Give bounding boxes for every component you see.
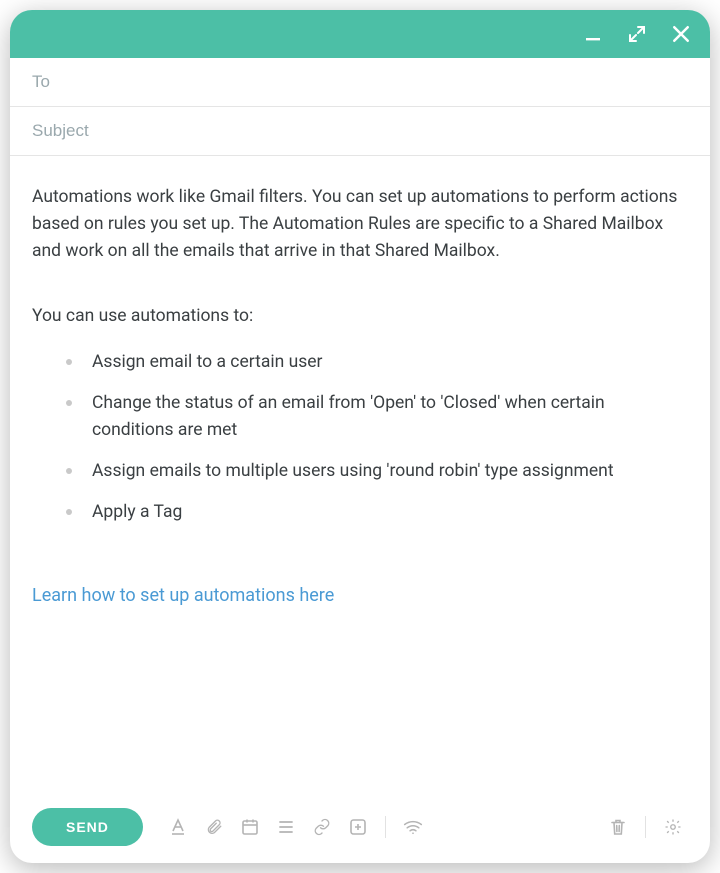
subject-input[interactable]	[32, 121, 688, 141]
calendar-icon	[241, 818, 259, 836]
header-fields	[10, 58, 710, 156]
learn-more-link[interactable]: Learn how to set up automations here	[32, 582, 334, 610]
signature-button[interactable]	[398, 812, 428, 842]
compose-window: Automations work like Gmail filters. You…	[10, 10, 710, 863]
attach-button[interactable]	[199, 812, 229, 842]
body-bullet-list: Assign email to a certain user Change th…	[32, 349, 688, 541]
expand-button[interactable]	[626, 23, 648, 45]
text-format-button[interactable]	[163, 812, 193, 842]
list-item: Assign emails to multiple users using 'r…	[80, 458, 688, 499]
list-icon	[277, 818, 295, 836]
message-body[interactable]: Automations work like Gmail filters. You…	[10, 156, 710, 791]
list-item: Assign email to a certain user	[80, 349, 688, 390]
paperclip-icon	[205, 818, 223, 836]
to-input[interactable]	[32, 72, 688, 92]
wifi-icon	[403, 818, 423, 836]
close-button[interactable]	[670, 23, 692, 45]
gear-icon	[664, 818, 682, 836]
insert-link-button[interactable]	[307, 812, 337, 842]
toolbar-divider	[645, 816, 646, 838]
trash-icon	[609, 818, 627, 836]
canned-response-button[interactable]	[271, 812, 301, 842]
window-header	[10, 10, 710, 58]
discard-button[interactable]	[603, 812, 633, 842]
subject-field-row	[10, 107, 710, 156]
compose-toolbar: SEND	[10, 791, 710, 863]
list-item: Change the status of an email from 'Open…	[80, 390, 688, 458]
to-field-row	[10, 58, 710, 107]
body-lead: You can use automations to:	[32, 303, 688, 330]
body-intro: Automations work like Gmail filters. You…	[32, 184, 688, 265]
send-button[interactable]: SEND	[32, 808, 143, 846]
toolbar-divider	[385, 816, 386, 838]
insert-button[interactable]	[343, 812, 373, 842]
close-icon	[672, 25, 690, 43]
minimize-button[interactable]	[582, 23, 604, 45]
text-format-icon	[169, 818, 187, 836]
expand-icon	[629, 26, 645, 42]
plus-square-icon	[349, 818, 367, 836]
settings-button[interactable]	[658, 812, 688, 842]
link-icon	[313, 818, 331, 836]
schedule-button[interactable]	[235, 812, 265, 842]
minimize-icon	[585, 26, 601, 42]
list-item: Apply a Tag	[80, 499, 688, 540]
